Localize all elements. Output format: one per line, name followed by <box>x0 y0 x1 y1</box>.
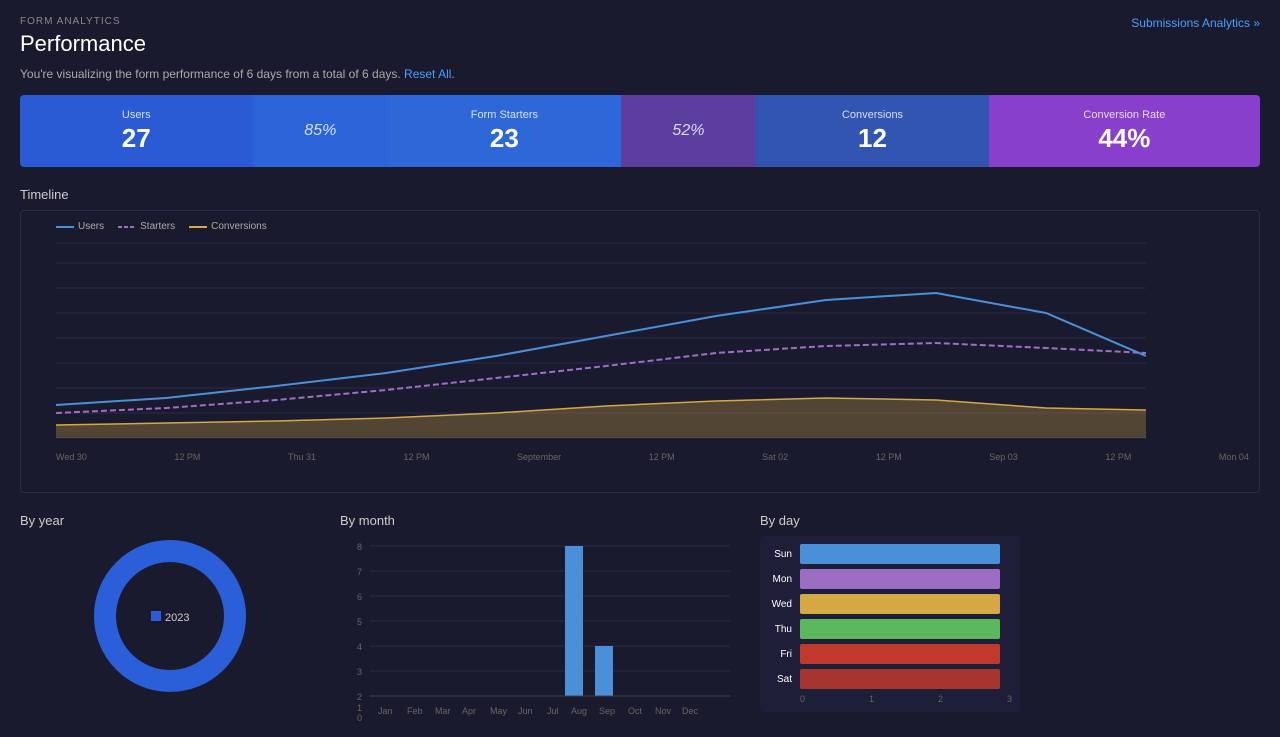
day-bar-sat <box>800 669 1000 689</box>
day-row-fri: Fri <box>768 644 1012 664</box>
svg-text:Aug: Aug <box>571 706 587 716</box>
description-text: You're visualizing the form performance … <box>20 67 1260 81</box>
svg-text:Dec: Dec <box>682 706 699 716</box>
conversions-line-icon <box>189 223 207 231</box>
svg-text:Sep: Sep <box>599 706 615 716</box>
stats-bar: Users 27 85% Form Starters 23 52% Conver… <box>20 95 1260 167</box>
svg-text:2: 2 <box>357 692 362 702</box>
brand-label: FORM ANALYTICS <box>20 16 1260 27</box>
day-row-mon: Mon <box>768 569 1012 589</box>
x-label-mon04: Mon 04 <box>1219 452 1249 462</box>
stat-pct2: 52% <box>621 95 757 167</box>
day-label-mon: Mon <box>768 574 796 585</box>
svg-text:8: 8 <box>357 542 362 552</box>
svg-text:5: 5 <box>357 617 362 627</box>
day-label-sun: Sun <box>768 549 796 560</box>
by-year-section: By year 2023 <box>20 513 320 721</box>
day-label-sat: Sat <box>768 674 796 685</box>
svg-text:Apr: Apr <box>462 706 476 716</box>
x-label-12pm2: 12 PM <box>404 452 430 462</box>
donut-chart: 2023 <box>85 531 255 701</box>
stat-conversion-rate: Conversion Rate 44% <box>989 95 1260 167</box>
stat-pct2-value: 52% <box>672 122 704 140</box>
day-x-label-3: 3 <box>1007 694 1012 704</box>
stat-conversion-rate-value: 44% <box>1098 123 1150 154</box>
day-x-label-1: 1 <box>869 694 874 704</box>
legend-starters: Starters <box>118 221 175 232</box>
day-bar-mon <box>800 569 1000 589</box>
stat-users-value: 27 <box>122 123 151 154</box>
svg-text:4: 4 <box>357 642 362 652</box>
svg-text:2023: 2023 <box>165 612 189 624</box>
day-x-label-2: 2 <box>938 694 943 704</box>
users-line-icon <box>56 223 74 231</box>
day-bar-wed <box>800 594 1000 614</box>
timeline-svg: 0 1 2 3 4 5 6 7 8 <box>56 238 1146 448</box>
day-row-wed: Wed <box>768 594 1012 614</box>
reset-all-link[interactable]: Reset All <box>404 67 451 81</box>
svg-text:Feb: Feb <box>407 706 423 716</box>
by-year-title: By year <box>20 513 320 528</box>
day-row-sat: Sat <box>768 669 1012 689</box>
stat-users-label: Users <box>122 109 151 121</box>
day-row-thu: Thu <box>768 619 1012 639</box>
donut-container: 2023 <box>20 536 320 696</box>
by-day-title: By day <box>760 513 1020 528</box>
by-month-title: By month <box>340 513 740 528</box>
by-month-section: By month 8 7 6 5 4 3 2 1 0 <box>340 513 740 721</box>
stat-conversion-rate-label: Conversion Rate <box>1083 109 1165 121</box>
svg-text:Jul: Jul <box>547 706 559 716</box>
svg-text:Jun: Jun <box>518 706 533 716</box>
stat-form-starters-value: 23 <box>490 123 519 154</box>
stat-form-starters-label: Form Starters <box>471 109 538 121</box>
svg-text:Mar: Mar <box>435 706 451 716</box>
stat-pct1-value: 85% <box>304 122 336 140</box>
x-label-thu31: Thu 31 <box>288 452 316 462</box>
stat-conversions: Conversions 12 <box>756 95 989 167</box>
day-label-thu: Thu <box>768 624 796 635</box>
day-row-sun: Sun <box>768 544 1012 564</box>
timeline-title: Timeline <box>20 187 1260 202</box>
x-label-12pm4: 12 PM <box>876 452 902 462</box>
day-label-fri: Fri <box>768 649 796 660</box>
x-label-sat02: Sat 02 <box>762 452 788 462</box>
svg-text:Oct: Oct <box>628 706 643 716</box>
x-label-12pm5: 12 PM <box>1105 452 1131 462</box>
svg-text:1: 1 <box>357 703 362 713</box>
svg-text:Jan: Jan <box>378 706 393 716</box>
x-label-sep03: Sep 03 <box>989 452 1018 462</box>
legend-conversions: Conversions <box>189 221 267 232</box>
legend-users: Users <box>56 221 104 232</box>
day-bar-fri <box>800 644 1000 664</box>
stat-pct1: 85% <box>253 95 389 167</box>
x-label-12pm1: 12 PM <box>174 452 200 462</box>
day-label-wed: Wed <box>768 599 796 610</box>
svg-text:May: May <box>490 706 508 716</box>
stat-form-starters: Form Starters 23 <box>388 95 621 167</box>
svg-text:7: 7 <box>357 567 362 577</box>
x-label-12pm3: 12 PM <box>649 452 675 462</box>
by-day-bars: Sun Mon Wed Thu Fri <box>760 536 1020 712</box>
svg-text:Nov: Nov <box>655 706 672 716</box>
chart-legend: Users Starters Conversions <box>56 221 1249 232</box>
stat-users: Users 27 <box>20 95 253 167</box>
submissions-link[interactable]: Submissions Analytics » <box>1131 16 1260 30</box>
x-label-wed30: Wed 30 <box>56 452 87 462</box>
stat-conversions-value: 12 <box>858 123 887 154</box>
timeline-section: Timeline Users Starters Conversions <box>20 187 1260 493</box>
day-bar-sun <box>800 544 1000 564</box>
x-label-sep: September <box>517 452 561 462</box>
stat-conversions-label: Conversions <box>842 109 903 121</box>
page-title: Performance <box>20 31 1260 57</box>
by-day-section: By day Sun Mon Wed Thu <box>760 513 1020 721</box>
starters-line-icon <box>118 223 136 231</box>
timeline-chart: Users Starters Conversions <box>20 210 1260 493</box>
svg-text:6: 6 <box>357 592 362 602</box>
svg-text:3: 3 <box>357 667 362 677</box>
bottom-row: By year 2023 By month <box>20 513 1260 721</box>
by-month-chart: 8 7 6 5 4 3 2 1 0 Jan Feb Mar Ap <box>340 536 740 721</box>
day-bar-thu <box>800 619 1000 639</box>
day-x-label-0: 0 <box>800 694 805 704</box>
